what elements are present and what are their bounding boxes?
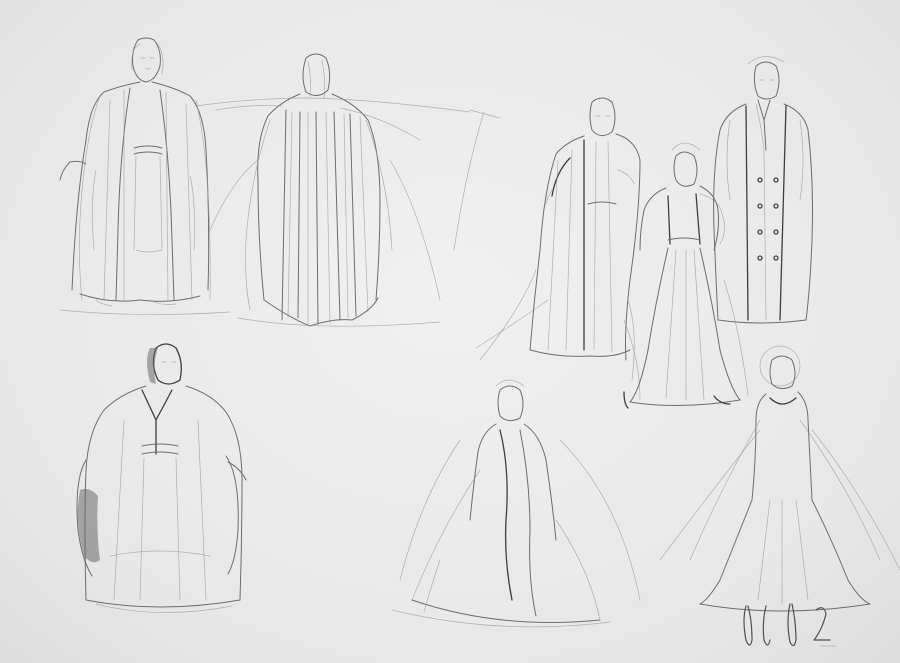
sketch-sheet — [0, 0, 900, 663]
figure-double-breasted-coat — [713, 56, 813, 324]
figure-kneeling-gown — [391, 379, 641, 628]
coat-buttons — [757, 177, 779, 261]
figure-haloed-gown — [659, 345, 900, 612]
construction-lines — [453, 109, 549, 349]
figure-robed-front — [59, 37, 231, 315]
figure-robed-shaded — [76, 343, 247, 613]
figure-jacket-gown — [623, 142, 749, 409]
figure-caped-back — [195, 53, 471, 327]
figure-long-coat — [479, 97, 641, 401]
sketch-canvas — [59, 37, 900, 647]
